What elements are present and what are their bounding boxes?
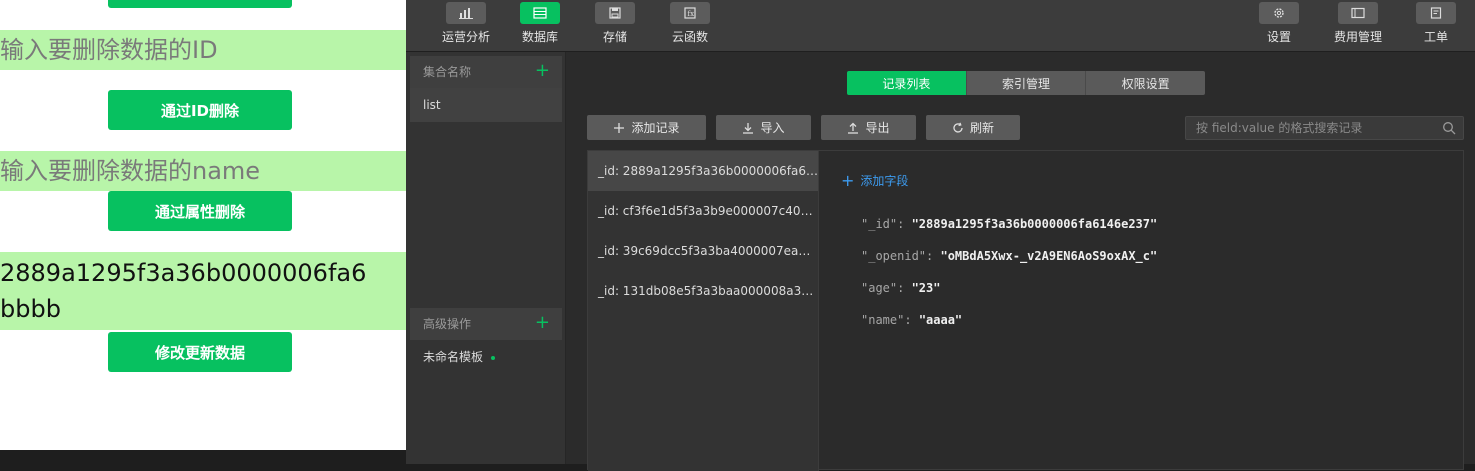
- tool-analytics[interactable]: 运营分析: [431, 2, 501, 50]
- search-input[interactable]: [1185, 116, 1464, 140]
- records-main: 记录列表 索引管理 权限设置 添加记录 导入 导出 刷新 _id: 2889a1…: [566, 52, 1475, 471]
- plus-icon: +: [841, 171, 855, 190]
- field-value[interactable]: "2889a1295f3a36b0000006fa6146e237": [912, 217, 1158, 231]
- tool-analytics-label: 运营分析: [441, 30, 490, 44]
- refresh-button[interactable]: 刷新: [926, 115, 1020, 140]
- record-item[interactable]: _id: cf3f6e1d5f3a3b9e000007c407c0a1b2: [588, 191, 818, 231]
- field-value[interactable]: "aaaa": [919, 313, 962, 327]
- field-row[interactable]: "name": "aaaa": [861, 313, 962, 327]
- refresh-icon: [953, 122, 963, 133]
- delete-id-placeholder: 输入要删除数据的ID: [0, 36, 218, 64]
- field-value[interactable]: "23": [912, 281, 941, 295]
- field-row[interactable]: "age": "23": [861, 281, 940, 295]
- delete-by-id-button[interactable]: 通过ID删除: [108, 90, 292, 130]
- collection-item-list[interactable]: list: [410, 88, 562, 122]
- download-icon: [743, 122, 754, 134]
- database-icon: [520, 2, 560, 24]
- field-key: "age": [861, 281, 898, 295]
- tool-ticket-label: 工单: [1423, 30, 1448, 44]
- records-panel: _id: 2889a1295f3a36b0000006fa6146e237 _i…: [587, 150, 1464, 471]
- collection-item-label: list: [423, 98, 441, 112]
- record-list: _id: 2889a1295f3a36b0000006fa6146e237 _i…: [588, 151, 819, 471]
- template-item-label: 未命名模板: [423, 350, 484, 364]
- record-item[interactable]: _id: 131db08e5f3a3baa000008a33e7f8a9b: [588, 271, 818, 311]
- export-button[interactable]: 导出: [821, 115, 916, 140]
- svg-text:fx: fx: [688, 10, 695, 18]
- bar-chart-icon: [446, 2, 486, 24]
- billing-icon: [1338, 2, 1378, 24]
- tool-settings[interactable]: 设置: [1244, 2, 1314, 50]
- tool-database-label: 数据库: [521, 30, 558, 44]
- collections-header-label: 集合名称: [423, 65, 472, 79]
- tool-billing-label: 费用管理: [1333, 30, 1382, 44]
- tool-storage-label: 存储: [602, 30, 627, 44]
- delete-name-input[interactable]: 输入要删除数据的name: [0, 151, 406, 191]
- field-colon: :: [926, 249, 941, 263]
- tab-records[interactable]: 记录列表: [847, 71, 967, 95]
- field-key: "name": [861, 313, 905, 327]
- add-collection-icon[interactable]: +: [535, 56, 550, 86]
- export-label: 导出: [865, 121, 890, 135]
- field-key: "_openid": [861, 249, 927, 263]
- field-key: "_id": [861, 217, 898, 231]
- refresh-label: 刷新: [969, 121, 994, 135]
- update-input-area[interactable]: 2889a1295f3a36b0000006fa6 bbbb: [0, 252, 406, 330]
- tool-storage[interactable]: 存储: [580, 2, 650, 50]
- simulator-bottom-bar: [0, 450, 406, 464]
- advanced-header-label: 高级操作: [423, 317, 472, 331]
- top-toolbar: 运营分析 数据库 存储 fx 云函数 设置 费用管理 工单: [406, 0, 1475, 52]
- upload-icon: [848, 122, 859, 134]
- search-icon[interactable]: [1442, 121, 1456, 135]
- field-value[interactable]: "oMBdA5Xwx-_v2A9EN6AoS9oxAX_c": [940, 249, 1157, 263]
- name-value-text: bbbb: [0, 295, 61, 323]
- add-field-label: 添加字段: [860, 174, 909, 188]
- cloud-dev-console: 运营分析 数据库 存储 fx 云函数 设置 费用管理 工单 集合名称 + lis…: [406, 0, 1475, 471]
- tool-billing[interactable]: 费用管理: [1323, 2, 1393, 50]
- delete-by-attr-button[interactable]: 通过属性删除: [108, 191, 292, 231]
- tool-database[interactable]: 数据库: [505, 2, 575, 50]
- tool-ticket[interactable]: 工单: [1401, 2, 1471, 50]
- delete-id-input[interactable]: 输入要删除数据的ID: [0, 30, 406, 70]
- record-detail: + 添加字段 "_id": "2889a1295f3a36b0000006fa6…: [820, 151, 1464, 471]
- id-value-text: 2889a1295f3a36b0000006fa6: [0, 259, 367, 287]
- tab-permissions[interactable]: 权限设置: [1086, 71, 1205, 95]
- ticket-icon: [1416, 2, 1456, 24]
- tool-cloud-function[interactable]: fx 云函数: [655, 2, 725, 50]
- collections-header: 集合名称 +: [410, 56, 562, 88]
- add-record-button[interactable]: 添加记录: [587, 115, 706, 140]
- import-button[interactable]: 导入: [716, 115, 811, 140]
- tool-cloud-function-label: 云函数: [671, 30, 708, 44]
- add-field-button[interactable]: + 添加字段: [841, 171, 908, 190]
- plus-icon: [614, 122, 625, 133]
- add-template-icon[interactable]: +: [535, 308, 550, 338]
- field-colon: :: [897, 281, 912, 295]
- gear-icon: [1259, 2, 1299, 24]
- view-tabs: 记录列表 索引管理 权限设置: [847, 71, 1205, 95]
- field-colon: :: [897, 217, 912, 231]
- delete-name-placeholder: 输入要删除数据的name: [0, 157, 261, 185]
- tab-indexes[interactable]: 索引管理: [966, 71, 1087, 95]
- save-icon: [595, 2, 635, 24]
- update-button[interactable]: 修改更新数据: [108, 332, 292, 372]
- field-colon: :: [904, 313, 919, 327]
- collections-sidebar: 集合名称 + list 高级操作 + 未命名模板: [406, 52, 566, 464]
- record-item[interactable]: _id: 2889a1295f3a36b0000006fa6146e237: [588, 151, 818, 191]
- status-dot-icon: [491, 355, 496, 360]
- import-label: 导入: [760, 121, 785, 135]
- add-record-label: 添加记录: [631, 121, 680, 135]
- field-row[interactable]: "_openid": "oMBdA5Xwx-_v2A9EN6AoS9oxAX_c…: [861, 249, 1157, 263]
- field-row[interactable]: "_id": "2889a1295f3a36b0000006fa6146e237…: [861, 217, 1157, 231]
- advanced-header: 高级操作 +: [410, 308, 562, 340]
- simulator-view: 输入要删除数据的ID 通过ID删除 输入要删除数据的name 通过属性删除 28…: [0, 0, 406, 450]
- tool-settings-label: 设置: [1266, 30, 1291, 44]
- top-button-partial[interactable]: [108, 0, 292, 8]
- function-icon: fx: [670, 2, 710, 24]
- record-item[interactable]: _id: 39c69dcc5f3a3ba4000007ea13b4c5d6: [588, 231, 818, 271]
- template-item[interactable]: 未命名模板: [410, 340, 562, 374]
